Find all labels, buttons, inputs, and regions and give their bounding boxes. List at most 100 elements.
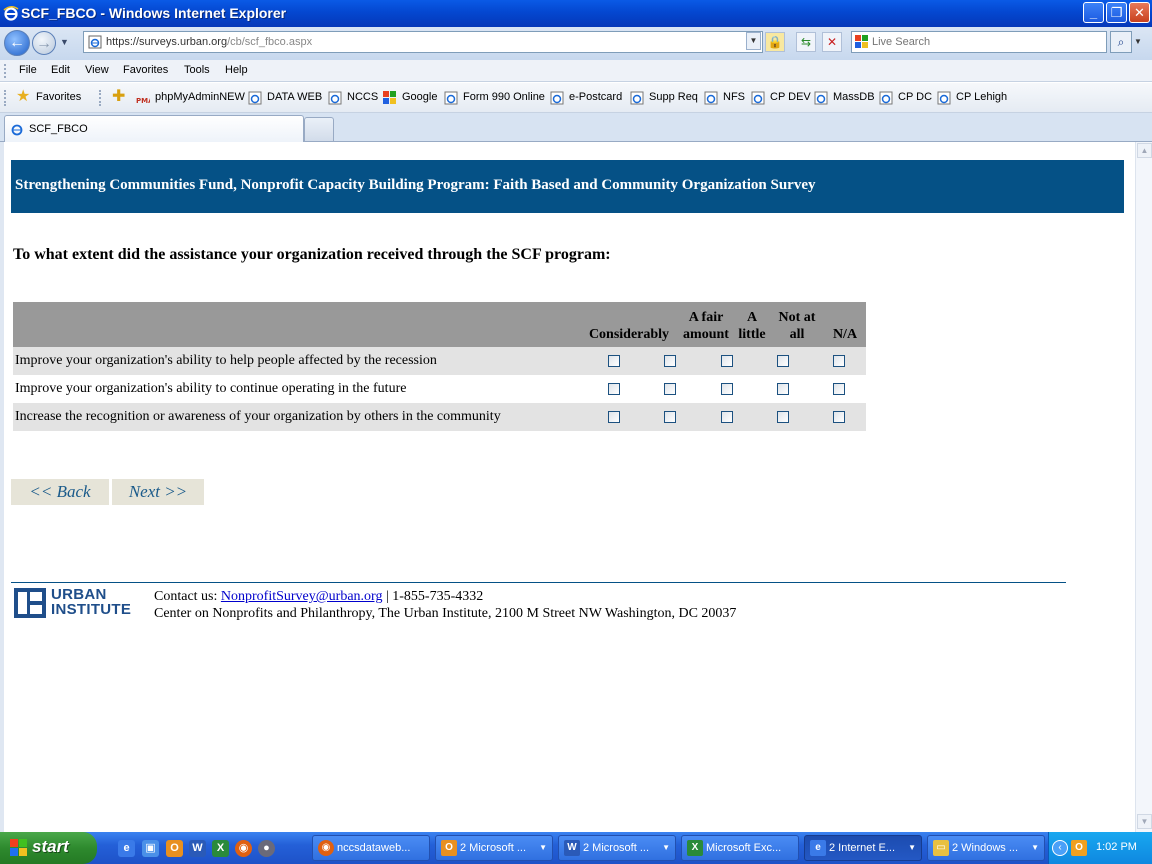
svg-text:PMA: PMA: [136, 97, 150, 105]
tray-expand-icon[interactable]: ‹: [1052, 840, 1068, 856]
task-button[interactable]: ▭ 2 Windows ... ▼: [927, 835, 1045, 861]
menu-tools[interactable]: Tools: [184, 64, 210, 76]
ie-page-icon: [751, 91, 765, 105]
forward-button[interactable]: →: [32, 31, 56, 55]
favorite-link[interactable]: Google: [402, 91, 437, 103]
favorite-link[interactable]: CP DC: [898, 91, 932, 103]
chevron-down-icon: ▼: [1031, 843, 1039, 852]
scroll-down-icon[interactable]: ▼: [1137, 814, 1152, 829]
quicklaunch-word-icon[interactable]: W: [189, 840, 206, 857]
menu-view[interactable]: View: [85, 64, 109, 76]
search-options-dropdown-icon[interactable]: ▼: [1134, 37, 1142, 46]
favorite-link[interactable]: CP DEV: [770, 91, 811, 103]
favorite-link[interactable]: MassDB: [833, 91, 875, 103]
favorite-link[interactable]: Form 990 Online: [463, 91, 545, 103]
row-label: Improve your organization's ability to c…: [15, 381, 407, 396]
outlook-icon: O: [441, 840, 457, 856]
contact-prefix: Contact us:: [154, 589, 221, 604]
quicklaunch-ie-icon[interactable]: e: [118, 840, 135, 857]
window-title-bar: SCF_FBCO - Windows Internet Explorer _ ❐…: [0, 0, 1152, 27]
contact-phone: | 1-855-735-4332: [382, 589, 484, 604]
search-go-icon[interactable]: ⌕: [1110, 31, 1132, 53]
favorite-link[interactable]: phpMyAdminNEW: [155, 91, 245, 103]
grid-header: Considerably A fair amount Alittle Not at…: [13, 302, 866, 347]
favorite-link[interactable]: e-Postcard: [569, 91, 622, 103]
favorite-link[interactable]: NCCS: [347, 91, 378, 103]
address-bar[interactable]: https://surveys.urban.org/cb/scf_fbco.as…: [83, 31, 763, 53]
favorite-link[interactable]: DATA WEB: [267, 91, 322, 103]
minimize-button[interactable]: _: [1083, 2, 1104, 23]
response-checkbox[interactable]: [608, 355, 620, 367]
response-checkbox[interactable]: [608, 411, 620, 423]
response-checkbox[interactable]: [721, 383, 733, 395]
task-button[interactable]: O 2 Microsoft ... ▼: [435, 835, 553, 861]
recent-pages-dropdown-icon[interactable]: ▼: [60, 37, 69, 47]
response-checkbox[interactable]: [777, 383, 789, 395]
response-checkbox[interactable]: [833, 383, 845, 395]
stop-icon[interactable]: ✕: [822, 32, 842, 52]
response-checkbox[interactable]: [664, 355, 676, 367]
quicklaunch-show-desktop-icon[interactable]: ▣: [142, 840, 159, 857]
favorite-link[interactable]: Supp Req: [649, 91, 698, 103]
quicklaunch-firefox-icon[interactable]: ◉: [235, 840, 252, 857]
menu-help[interactable]: Help: [225, 64, 248, 76]
add-favorite-icon[interactable]: ✚: [112, 89, 128, 105]
menu-edit[interactable]: Edit: [51, 64, 70, 76]
ie-page-icon: [328, 91, 342, 105]
menu-favorites[interactable]: Favorites: [123, 64, 168, 76]
menu-file[interactable]: File: [19, 64, 37, 76]
favorite-link[interactable]: CP Lehigh: [956, 91, 1007, 103]
address-url[interactable]: https://surveys.urban.org/cb/scf_fbco.as…: [106, 36, 312, 48]
quicklaunch-media-icon[interactable]: ●: [258, 840, 275, 857]
quicklaunch-excel-icon[interactable]: X: [212, 840, 229, 857]
favorites-button[interactable]: Favorites: [36, 91, 81, 103]
contact-email-link[interactable]: NonprofitSurvey@urban.org: [221, 589, 383, 604]
back-button[interactable]: ←: [4, 30, 30, 56]
task-button-active[interactable]: e 2 Internet E... ▼: [804, 835, 922, 861]
toolbar-grip[interactable]: [4, 90, 7, 106]
quicklaunch-outlook-icon[interactable]: O: [166, 840, 183, 857]
urban-institute-logo: URBAN INSTITUTE: [14, 586, 136, 618]
vertical-scrollbar[interactable]: ▲ ▼: [1135, 142, 1152, 832]
lock-icon[interactable]: 🔒: [765, 32, 785, 52]
task-button[interactable]: W 2 Microsoft ... ▼: [558, 835, 676, 861]
search-box[interactable]: [851, 31, 1107, 53]
task-button[interactable]: ◉ nccsdataweb...: [312, 835, 430, 861]
word-icon: W: [564, 840, 580, 856]
close-button[interactable]: ✕: [1129, 2, 1150, 23]
ie-page-icon: [814, 91, 828, 105]
urban-institute-logo-mark: [14, 588, 46, 618]
favorites-bar: ★ Favorites ✚ PMA phpMyAdminNEW DATA WEB…: [0, 83, 1152, 113]
address-dropdown-icon[interactable]: ▼: [746, 32, 761, 50]
response-checkbox[interactable]: [608, 383, 620, 395]
response-checkbox[interactable]: [664, 383, 676, 395]
scroll-up-icon[interactable]: ▲: [1137, 143, 1152, 158]
response-checkbox[interactable]: [664, 411, 676, 423]
start-button[interactable]: start: [0, 832, 97, 864]
back-page-button[interactable]: << Back: [11, 479, 109, 505]
footer-contact: Contact us: NonprofitSurvey@urban.org | …: [154, 588, 736, 622]
toolbar-grip[interactable]: [99, 90, 102, 106]
response-checkbox[interactable]: [833, 355, 845, 367]
favorite-link[interactable]: NFS: [723, 91, 745, 103]
response-checkbox[interactable]: [721, 355, 733, 367]
refresh-icon[interactable]: ⇆: [796, 32, 816, 52]
internet-explorer-icon: [3, 6, 19, 21]
next-page-button[interactable]: Next >>: [112, 479, 204, 505]
new-tab-button[interactable]: [304, 117, 334, 141]
grid-row: Increase the recognition or awareness of…: [13, 403, 866, 431]
firefox-icon: ◉: [318, 840, 334, 856]
tray-outlook-icon[interactable]: O: [1071, 840, 1087, 856]
task-button[interactable]: X Microsoft Exc...: [681, 835, 799, 861]
response-checkbox[interactable]: [833, 411, 845, 423]
footer-divider: [11, 582, 1066, 583]
restore-button[interactable]: ❐: [1106, 2, 1127, 23]
tab-scf-fbco[interactable]: SCF_FBCO: [4, 115, 304, 142]
response-checkbox[interactable]: [721, 411, 733, 423]
url-path: /cb/scf_fbco.aspx: [227, 36, 313, 48]
toolbar-grip[interactable]: [4, 64, 7, 78]
search-input[interactable]: [872, 34, 1102, 50]
response-checkbox[interactable]: [777, 411, 789, 423]
grid-row: Improve your organization's ability to c…: [13, 375, 866, 403]
response-checkbox[interactable]: [777, 355, 789, 367]
